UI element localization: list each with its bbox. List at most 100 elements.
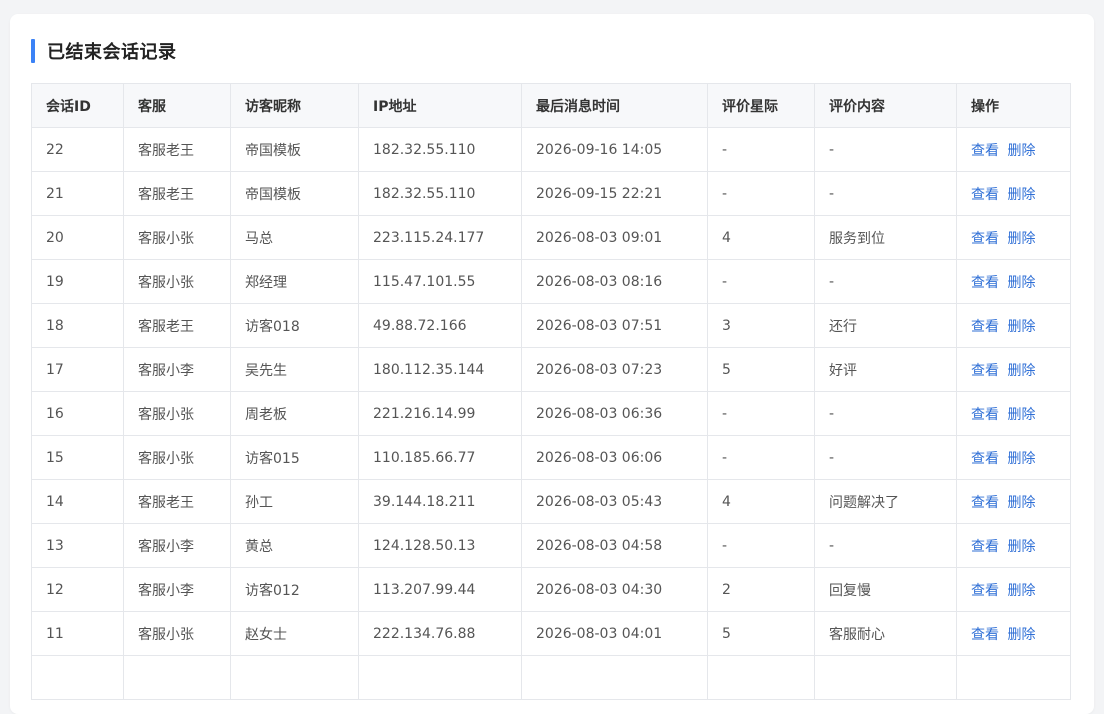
view-link[interactable]: 查看 — [971, 187, 999, 203]
cell-actions: 查看 删除 — [956, 303, 1071, 348]
sessions-card: 已结束会话记录 会话ID 客服 访客昵称 IP地址 最后消息时间 评价星际 评价… — [10, 14, 1094, 714]
column-header-rating-stars: 评价星际 — [707, 83, 815, 128]
cell-rating-stars: 5 — [707, 347, 815, 392]
cell-rating-comment: 回复慢 — [814, 567, 957, 612]
cell-session-id: 21 — [31, 171, 124, 216]
cell-visitor-nickname: 访客012 — [230, 567, 359, 612]
cell-session-id: 18 — [31, 303, 124, 348]
cell-rating-stars: 5 — [707, 611, 815, 656]
cell-agent: 客服老王 — [123, 171, 231, 216]
delete-link[interactable]: 删除 — [1007, 583, 1035, 599]
cell-rating-stars: - — [707, 523, 815, 568]
column-header-rating-comment: 评价内容 — [814, 83, 957, 128]
cell-actions: 查看 删除 — [956, 171, 1071, 216]
cell-visitor-nickname: 帝国模板 — [230, 127, 359, 172]
table-row: 12 客服小李 访客012 113.207.99.44 2026-08-03 0… — [31, 567, 1071, 612]
cell-session-id: 17 — [31, 347, 124, 392]
cell-rating-stars — [707, 655, 815, 700]
cell-rating-stars: 3 — [707, 303, 815, 348]
view-link[interactable]: 查看 — [971, 231, 999, 247]
cell-agent: 客服小张 — [123, 611, 231, 656]
column-header-ip-address: IP地址 — [358, 83, 522, 128]
view-link[interactable]: 查看 — [971, 495, 999, 511]
cell-rating-comment: - — [814, 171, 957, 216]
cell-visitor-nickname: 黄总 — [230, 523, 359, 568]
cell-visitor-nickname: 周老板 — [230, 391, 359, 436]
cell-rating-comment: - — [814, 523, 957, 568]
cell-ip-address: 49.88.72.166 — [358, 303, 522, 348]
delete-link[interactable]: 删除 — [1007, 407, 1035, 423]
cell-last-message-time: 2026-08-03 04:30 — [521, 567, 708, 612]
view-link[interactable]: 查看 — [971, 275, 999, 291]
cell-actions: 查看 删除 — [956, 391, 1071, 436]
cell-actions: 查看 删除 — [956, 435, 1071, 480]
cell-actions: 查看 删除 — [956, 127, 1071, 172]
cell-ip-address: 221.216.14.99 — [358, 391, 522, 436]
column-header-agent: 客服 — [123, 83, 231, 128]
cell-agent: 客服小张 — [123, 435, 231, 480]
cell-session-id: 20 — [31, 215, 124, 260]
cell-agent: 客服小李 — [123, 567, 231, 612]
cell-rating-comment: 好评 — [814, 347, 957, 392]
cell-rating-comment — [814, 655, 957, 700]
view-link[interactable]: 查看 — [971, 143, 999, 159]
ended-sessions-table: 会话ID 客服 访客昵称 IP地址 最后消息时间 评价星际 评价内容 操作 22… — [31, 83, 1071, 700]
cell-actions: 查看 删除 — [956, 479, 1071, 524]
cell-rating-comment: 服务到位 — [814, 215, 957, 260]
cell-last-message-time: 2026-08-03 04:01 — [521, 611, 708, 656]
delete-link[interactable]: 删除 — [1007, 275, 1035, 291]
cell-visitor-nickname: 帝国模板 — [230, 171, 359, 216]
delete-link[interactable]: 删除 — [1007, 143, 1035, 159]
delete-link[interactable]: 删除 — [1007, 627, 1035, 643]
view-link[interactable]: 查看 — [971, 583, 999, 599]
cell-agent: 客服老王 — [123, 127, 231, 172]
cell-agent: 客服小张 — [123, 259, 231, 304]
delete-link[interactable]: 删除 — [1007, 451, 1035, 467]
cell-ip-address: 182.32.55.110 — [358, 171, 522, 216]
cell-rating-comment: - — [814, 127, 957, 172]
cell-rating-stars: 4 — [707, 479, 815, 524]
delete-link[interactable]: 删除 — [1007, 363, 1035, 379]
cell-session-id: 15 — [31, 435, 124, 480]
table-header-row: 会话ID 客服 访客昵称 IP地址 最后消息时间 评价星际 评价内容 操作 — [31, 83, 1071, 128]
cell-visitor-nickname: 吴先生 — [230, 347, 359, 392]
page-header: 已结束会话记录 — [31, 38, 177, 64]
cell-ip-address: 39.144.18.211 — [358, 479, 522, 524]
delete-link[interactable]: 删除 — [1007, 187, 1035, 203]
table-row: 16 客服小张 周老板 221.216.14.99 2026-08-03 06:… — [31, 391, 1071, 436]
cell-ip-address: 113.207.99.44 — [358, 567, 522, 612]
cell-last-message-time: 2026-08-03 06:36 — [521, 391, 708, 436]
view-link[interactable]: 查看 — [971, 451, 999, 467]
cell-session-id: 11 — [31, 611, 124, 656]
cell-agent: 客服老王 — [123, 479, 231, 524]
cell-session-id: 16 — [31, 391, 124, 436]
column-header-session-id: 会话ID — [31, 83, 124, 128]
cell-session-id: 13 — [31, 523, 124, 568]
view-link[interactable]: 查看 — [971, 363, 999, 379]
view-link[interactable]: 查看 — [971, 539, 999, 555]
cell-ip-address: 222.134.76.88 — [358, 611, 522, 656]
delete-link[interactable]: 删除 — [1007, 231, 1035, 247]
view-link[interactable]: 查看 — [971, 407, 999, 423]
table-row: 17 客服小李 吴先生 180.112.35.144 2026-08-03 07… — [31, 347, 1071, 392]
delete-link[interactable]: 删除 — [1007, 539, 1035, 555]
cell-last-message-time: 2026-08-03 07:23 — [521, 347, 708, 392]
cell-last-message-time: 2026-08-03 05:43 — [521, 479, 708, 524]
cell-rating-stars: - — [707, 127, 815, 172]
cell-agent: 客服小张 — [123, 391, 231, 436]
table-header: 会话ID 客服 访客昵称 IP地址 最后消息时间 评价星际 评价内容 操作 — [31, 83, 1071, 128]
table-body: 22 客服老王 帝国模板 182.32.55.110 2026-09-16 14… — [31, 127, 1071, 700]
delete-link[interactable]: 删除 — [1007, 495, 1035, 511]
cell-rating-stars: - — [707, 435, 815, 480]
view-link[interactable]: 查看 — [971, 627, 999, 643]
table-row: 15 客服小张 访客015 110.185.66.77 2026-08-03 0… — [31, 435, 1071, 480]
cell-actions: 查看 删除 — [956, 611, 1071, 656]
cell-rating-comment: 问题解决了 — [814, 479, 957, 524]
cell-actions: 查看 删除 — [956, 523, 1071, 568]
cell-actions: 查看 删除 — [956, 347, 1071, 392]
delete-link[interactable]: 删除 — [1007, 319, 1035, 335]
cell-last-message-time: 2026-09-15 22:21 — [521, 171, 708, 216]
cell-session-id: 14 — [31, 479, 124, 524]
view-link[interactable]: 查看 — [971, 319, 999, 335]
cell-visitor-nickname: 访客015 — [230, 435, 359, 480]
